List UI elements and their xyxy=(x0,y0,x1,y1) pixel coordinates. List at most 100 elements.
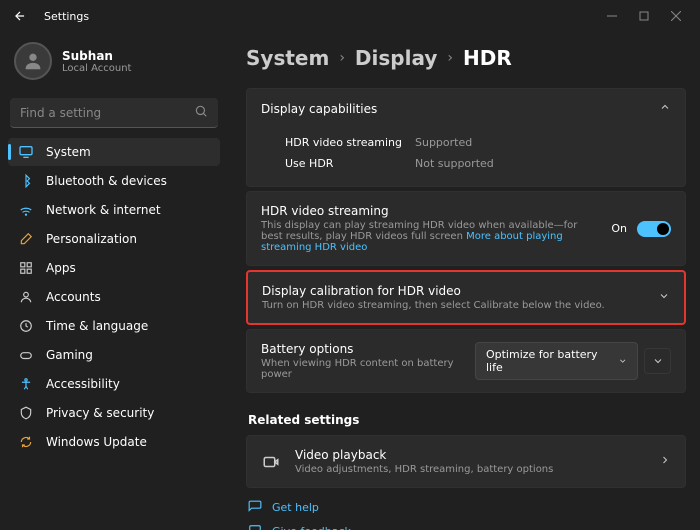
back-button[interactable] xyxy=(8,4,32,28)
sidebar: Subhan Local Account System Bluetooth & … xyxy=(0,32,228,530)
calibration-card: Display calibration for HDR video Turn o… xyxy=(246,270,686,325)
help-icon xyxy=(248,500,262,514)
video-icon xyxy=(261,452,281,472)
battery-dropdown[interactable]: Optimize for battery life xyxy=(475,342,638,380)
sidebar-item-label: Time & language xyxy=(46,319,148,333)
hdr-streaming-card: HDR video streaming This display can pla… xyxy=(246,191,686,266)
sidebar-item-personalization[interactable]: Personalization xyxy=(8,225,220,253)
display-capabilities-card: Display capabilities HDR video streaming… xyxy=(246,88,686,187)
battery-options-card: Battery options When viewing HDR content… xyxy=(246,329,686,393)
breadcrumb-system[interactable]: System xyxy=(246,46,329,70)
close-button[interactable] xyxy=(660,4,692,28)
sidebar-item-accessibility[interactable]: Accessibility xyxy=(8,370,220,398)
sidebar-item-bluetooth[interactable]: Bluetooth & devices xyxy=(8,167,220,195)
related-item-title: Video playback xyxy=(295,448,645,462)
breadcrumb-hdr: HDR xyxy=(463,46,512,70)
network-icon xyxy=(18,202,34,218)
sidebar-item-system[interactable]: System xyxy=(8,138,220,166)
link-text: Get help xyxy=(272,501,319,514)
sidebar-item-network[interactable]: Network & internet xyxy=(8,196,220,224)
profile-name: Subhan xyxy=(62,49,131,63)
sidebar-item-label: Apps xyxy=(46,261,76,275)
get-help-link[interactable]: Get help xyxy=(248,500,684,514)
maximize-button[interactable] xyxy=(628,4,660,28)
sidebar-item-label: Accounts xyxy=(46,290,101,304)
clock-icon xyxy=(18,318,34,334)
sidebar-item-label: Gaming xyxy=(46,348,93,362)
card-title: Battery options xyxy=(261,342,475,356)
card-description: Turn on HDR video streaming, then select… xyxy=(262,300,658,311)
search-box[interactable] xyxy=(10,98,218,128)
update-icon xyxy=(18,434,34,450)
battery-header: Battery options When viewing HDR content… xyxy=(247,330,685,392)
sidebar-item-label: System xyxy=(46,145,91,159)
capability-row: Use HDR Not supported xyxy=(261,153,671,174)
sidebar-item-label: Windows Update xyxy=(46,435,147,449)
profile-account: Local Account xyxy=(62,63,131,74)
sidebar-item-privacy[interactable]: Privacy & security xyxy=(8,399,220,427)
person-icon xyxy=(18,289,34,305)
give-feedback-link[interactable]: Give feedback xyxy=(248,524,684,530)
bluetooth-icon xyxy=(18,173,34,189)
capability-label: Use HDR xyxy=(285,157,415,170)
sidebar-item-label: Network & internet xyxy=(46,203,161,217)
feedback-icon xyxy=(248,524,262,530)
card-title: Display calibration for HDR video xyxy=(262,284,658,298)
footer-links: Get help Give feedback xyxy=(246,488,686,530)
chevron-down-icon xyxy=(618,356,627,366)
sidebar-item-label: Personalization xyxy=(46,232,137,246)
chevron-right-icon: › xyxy=(339,50,345,66)
chevron-up-icon xyxy=(659,101,671,116)
window-controls xyxy=(596,4,692,28)
capability-value: Not supported xyxy=(415,157,494,170)
sidebar-item-accounts[interactable]: Accounts xyxy=(8,283,220,311)
hdr-streaming-header: HDR video streaming This display can pla… xyxy=(247,192,685,265)
sidebar-item-update[interactable]: Windows Update xyxy=(8,428,220,456)
capability-row: HDR video streaming Supported xyxy=(261,132,671,153)
hdr-streaming-toggle[interactable] xyxy=(637,221,671,237)
chevron-down-icon xyxy=(652,355,664,367)
video-playback-link[interactable]: Video playback Video adjustments, HDR st… xyxy=(246,435,686,488)
gamepad-icon xyxy=(18,347,34,363)
breadcrumb: System › Display › HDR xyxy=(246,32,686,88)
shield-icon xyxy=(18,405,34,421)
capability-label: HDR video streaming xyxy=(285,136,415,149)
avatar xyxy=(14,42,52,80)
capability-value: Supported xyxy=(415,136,472,149)
chevron-down-icon xyxy=(658,290,670,305)
titlebar: Settings xyxy=(0,0,700,32)
card-title: Display capabilities xyxy=(261,102,377,116)
calibration-header[interactable]: Display calibration for HDR video Turn o… xyxy=(248,272,684,323)
apps-icon xyxy=(18,260,34,276)
sidebar-item-time[interactable]: Time & language xyxy=(8,312,220,340)
brush-icon xyxy=(18,231,34,247)
search-input[interactable] xyxy=(20,106,194,120)
main-content: System › Display › HDR Display capabilit… xyxy=(228,32,700,530)
search-icon xyxy=(194,104,208,121)
breadcrumb-display[interactable]: Display xyxy=(355,46,437,70)
sidebar-item-label: Privacy & security xyxy=(46,406,154,420)
related-item-desc: Video adjustments, HDR streaming, batter… xyxy=(295,464,645,475)
chevron-right-icon: › xyxy=(447,50,453,66)
card-description: When viewing HDR content on battery powe… xyxy=(261,358,475,380)
minimize-button[interactable] xyxy=(596,4,628,28)
related-settings-heading: Related settings xyxy=(246,397,686,435)
capabilities-body: HDR video streaming Supported Use HDR No… xyxy=(247,128,685,186)
display-capabilities-header[interactable]: Display capabilities xyxy=(247,89,685,128)
card-description: This display can play streaming HDR vide… xyxy=(261,220,601,253)
accessibility-icon xyxy=(18,376,34,392)
nav: System Bluetooth & devices Network & int… xyxy=(8,138,220,456)
dropdown-value: Optimize for battery life xyxy=(486,348,610,374)
sidebar-item-label: Accessibility xyxy=(46,377,120,391)
sidebar-item-label: Bluetooth & devices xyxy=(46,174,167,188)
sidebar-item-apps[interactable]: Apps xyxy=(8,254,220,282)
sidebar-item-gaming[interactable]: Gaming xyxy=(8,341,220,369)
window-title: Settings xyxy=(44,10,89,23)
toggle-label: On xyxy=(611,222,627,235)
profile[interactable]: Subhan Local Account xyxy=(8,32,220,94)
link-text: Give feedback xyxy=(272,525,351,530)
card-title: HDR video streaming xyxy=(261,204,601,218)
chevron-right-icon xyxy=(659,454,671,469)
battery-expand-button[interactable] xyxy=(644,348,671,374)
system-icon xyxy=(18,144,34,160)
